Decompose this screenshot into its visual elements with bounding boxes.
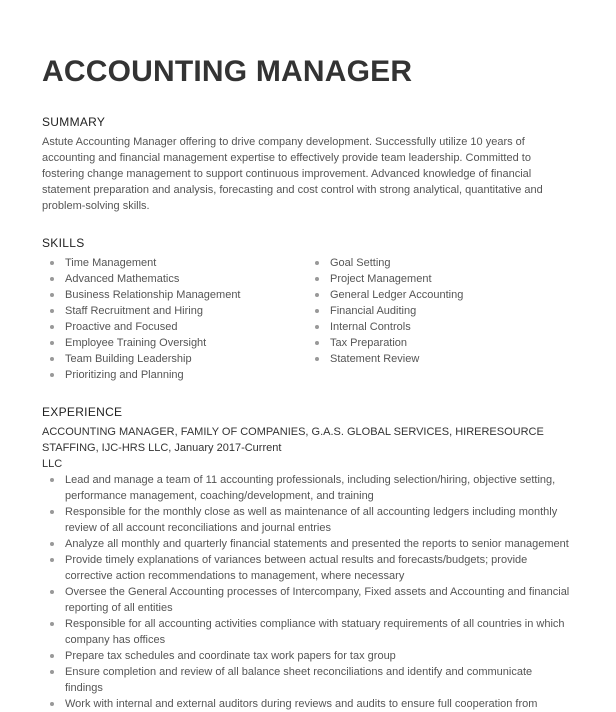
skills-section: SKILLS Time Management Advanced Mathemati… [42, 236, 572, 383]
list-item: Tax Preparation [307, 335, 572, 351]
list-item: Internal Controls [307, 319, 572, 335]
list-item: General Ledger Accounting [307, 287, 572, 303]
summary-section: SUMMARY Astute Accounting Manager offeri… [42, 115, 572, 214]
list-item: Team Building Leadership [42, 351, 307, 367]
list-item: Statement Review [307, 351, 572, 367]
experience-section: EXPERIENCE ACCOUNTING MANAGER, FAMILY OF… [42, 405, 572, 712]
resume-title: ACCOUNTING MANAGER [42, 55, 413, 88]
skills-right-list: Goal Setting Project Management General Le… [307, 255, 572, 383]
summary-text: Astute Accounting Manager offering to dr… [42, 136, 543, 212]
experience-heading: EXPERIENCE [42, 405, 123, 419]
list-item: Employee Training Oversight [42, 335, 307, 351]
job-subtitle: LLC [42, 458, 63, 470]
list-item: Analyze all monthly and quarterly financ… [42, 536, 572, 552]
list-item: Provide timely explanations of variances… [42, 552, 572, 584]
list-item: Advanced Mathematics [42, 271, 307, 287]
list-item: Prepare tax schedules and coordinate tax… [42, 648, 572, 664]
list-item: Proactive and Focused [42, 319, 307, 335]
skills-left-list: Time Management Advanced Mathematics Busin… [42, 255, 307, 383]
list-item: Staff Recruitment and Hiring [42, 303, 307, 319]
summary-heading: SUMMARY [42, 115, 106, 129]
list-item: Oversee the General Accounting processes… [42, 584, 572, 616]
list-item: Work with internal and external auditors… [42, 696, 572, 712]
experience-bullets: Lead and manage a team of 11 accounting … [42, 472, 572, 712]
list-item: Ensure completion and review of all bala… [42, 664, 572, 696]
job-title: ACCOUNTING MANAGER, FAMILY OF COMPANIES,… [42, 426, 544, 454]
list-item: Responsible for all accounting activitie… [42, 616, 572, 648]
list-item: Financial Auditing [307, 303, 572, 319]
list-item: Goal Setting [307, 255, 572, 271]
list-item: Business Relationship Management [42, 287, 307, 303]
list-item: Project Management [307, 271, 572, 287]
list-item: Responsible for the monthly close as wel… [42, 504, 572, 536]
list-item: Prioritizing and Planning [42, 367, 307, 383]
list-item: Time Management [42, 255, 307, 271]
list-item: Lead and manage a team of 11 accounting … [42, 472, 572, 504]
skills-heading: SKILLS [42, 236, 85, 250]
